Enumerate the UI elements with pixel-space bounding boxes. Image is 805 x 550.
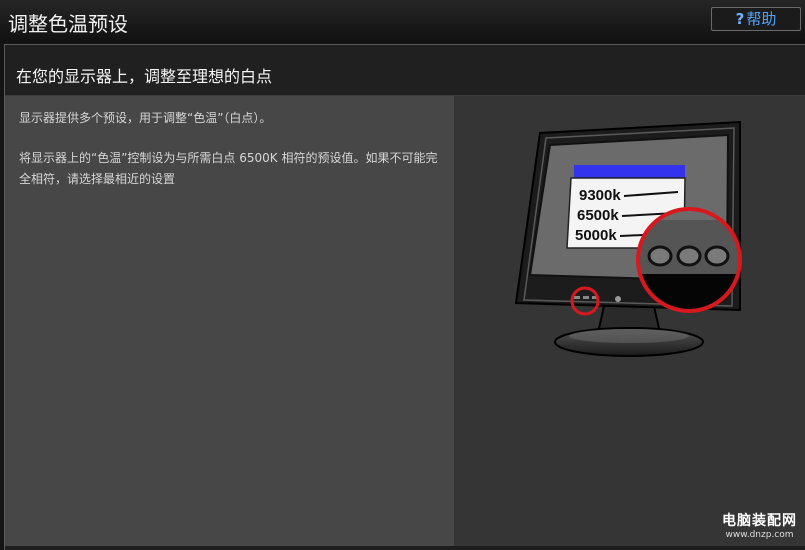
bezel-button-icon bbox=[574, 296, 580, 299]
heading-bar: 在您的显示器上，调整至理想的白点 bbox=[5, 45, 805, 96]
instructions-panel: 显示器提供多个预设，用于调整“色温”（白点）。 将显示器上的“色温”控制设为与所… bbox=[5, 96, 454, 546]
zoomed-button-icon bbox=[647, 245, 673, 267]
question-icon: ? bbox=[735, 10, 745, 28]
help-button[interactable]: ? 帮助 bbox=[711, 7, 801, 31]
zoomed-button-icon bbox=[676, 245, 702, 267]
instruction-text-1: 显示器提供多个预设，用于调整“色温”（白点）。 bbox=[19, 111, 272, 125]
menu-item-1: 9300k bbox=[579, 187, 621, 204]
zoomed-button-icon bbox=[704, 245, 730, 267]
menu-item-2: 6500k bbox=[577, 207, 619, 224]
illustration-panel: 9300k 6500k 5000k 电脑装配网 www.dnzp.com bbox=[454, 96, 805, 546]
bezel-button-icon bbox=[583, 296, 589, 299]
instruction-text-2: 将显示器上的“色温”控制设为与所需白点 6500K 相符的预设值。如果不可能完全… bbox=[19, 151, 438, 186]
title-bar: 调整色温预设 ? 帮助 bbox=[0, 0, 805, 42]
menu-item-3: 5000k bbox=[575, 227, 617, 244]
page-heading: 在您的显示器上，调整至理想的白点 bbox=[16, 67, 273, 86]
window-title: 调整色温预设 bbox=[8, 12, 128, 36]
watermark-name: 电脑装配网 bbox=[722, 513, 797, 529]
watermark-url: www.dnzp.com bbox=[725, 530, 794, 540]
menu-header bbox=[574, 165, 685, 178]
power-button-icon bbox=[615, 296, 621, 302]
help-label: 帮助 bbox=[746, 10, 777, 28]
monitor-illustration: 9300k 6500k 5000k bbox=[514, 120, 742, 357]
watermark: 电脑装配网 www.dnzp.com bbox=[722, 510, 797, 540]
